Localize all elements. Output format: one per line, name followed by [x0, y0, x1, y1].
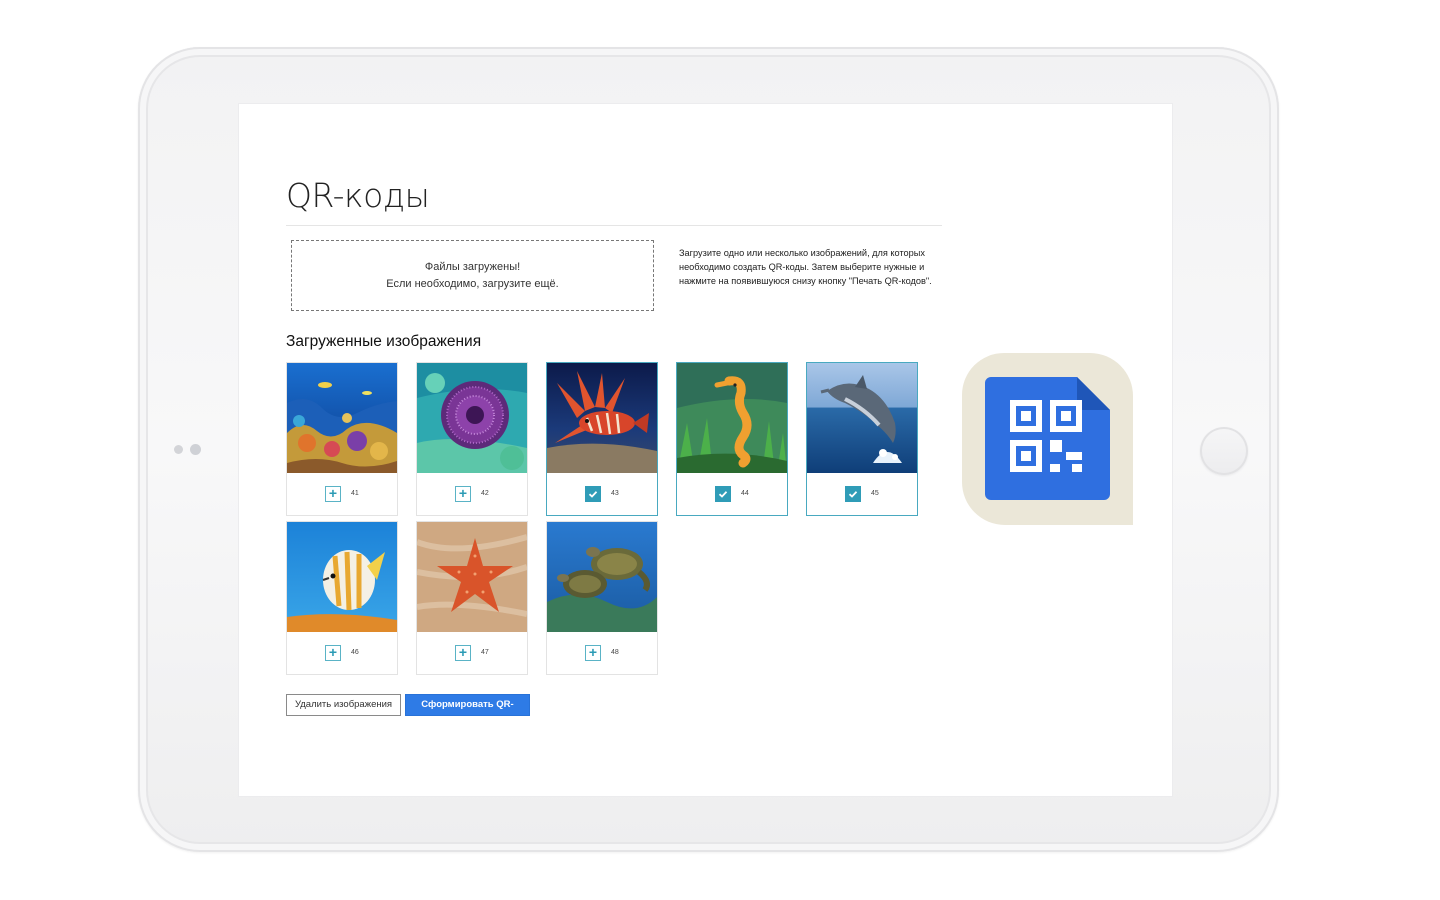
image-card[interactable]: + 46	[286, 521, 398, 675]
dropzone-status: Файлы загружены!	[424, 260, 521, 273]
image-number: 48	[611, 649, 619, 656]
image-card-footer: + 46	[287, 633, 397, 675]
dropzone-hint: Если необходимо, загрузите ещё.	[386, 277, 559, 290]
delete-images-button[interactable]: Удалить изображения	[286, 694, 401, 716]
section-title: Загруженные изображения	[286, 333, 482, 350]
image-seahorse	[677, 363, 787, 473]
select-checkbox[interactable]	[585, 486, 601, 502]
check-icon	[848, 491, 858, 498]
check-icon	[718, 491, 728, 498]
plus-icon: +	[328, 485, 338, 501]
qr-document-icon	[962, 353, 1133, 525]
image-card-footer: + 42	[417, 474, 527, 516]
image-number: 43	[611, 490, 619, 497]
upload-dropzone[interactable]: Файлы загружены! Если необходимо, загруз…	[291, 240, 654, 311]
tablet-home-button	[1200, 427, 1248, 475]
image-card[interactable]: + 47	[416, 521, 528, 675]
page-title: QR-коды	[286, 176, 430, 215]
plus-icon: +	[458, 485, 468, 501]
select-checkbox[interactable]: +	[585, 645, 601, 661]
select-checkbox[interactable]: +	[325, 645, 341, 661]
image-sea-urchin	[417, 363, 527, 473]
image-card-footer: 43	[547, 474, 657, 516]
image-number: 42	[481, 490, 489, 497]
plus-icon: +	[328, 644, 338, 660]
image-dolphin	[807, 363, 917, 473]
tablet-camera	[174, 444, 201, 455]
image-card-footer: 44	[677, 474, 787, 516]
image-number: 44	[741, 490, 749, 497]
plus-icon: +	[458, 644, 468, 660]
image-number: 47	[481, 649, 489, 656]
image-number: 45	[871, 490, 879, 497]
select-checkbox[interactable]: +	[455, 645, 471, 661]
image-card[interactable]: 44	[676, 362, 788, 516]
image-sea-turtles	[547, 522, 657, 632]
image-butterflyfish	[287, 522, 397, 632]
image-card-footer: + 41	[287, 474, 397, 516]
image-starfish	[417, 522, 527, 632]
select-checkbox[interactable]: +	[325, 486, 341, 502]
help-text: Загрузите одно или несколько изображений…	[679, 248, 932, 286]
image-card-footer: 45	[807, 474, 917, 516]
image-card-footer: + 48	[547, 633, 657, 675]
image-number: 41	[351, 490, 359, 497]
image-card-footer: + 47	[417, 633, 527, 675]
select-checkbox[interactable]: +	[455, 486, 471, 502]
image-card[interactable]: + 48	[546, 521, 658, 675]
title-divider	[286, 225, 942, 226]
image-card[interactable]: 43	[546, 362, 658, 516]
image-card[interactable]: + 41	[286, 362, 398, 516]
select-checkbox[interactable]	[845, 486, 861, 502]
generate-qr-button[interactable]: Сформировать QR-коды	[405, 694, 530, 730]
image-card[interactable]: 45	[806, 362, 918, 516]
image-number: 46	[351, 649, 359, 656]
image-lionfish	[547, 363, 657, 473]
image-card[interactable]: + 42	[416, 362, 528, 516]
select-checkbox[interactable]	[715, 486, 731, 502]
plus-icon: +	[588, 644, 598, 660]
image-coral-reef	[287, 363, 397, 473]
check-icon	[588, 491, 598, 498]
